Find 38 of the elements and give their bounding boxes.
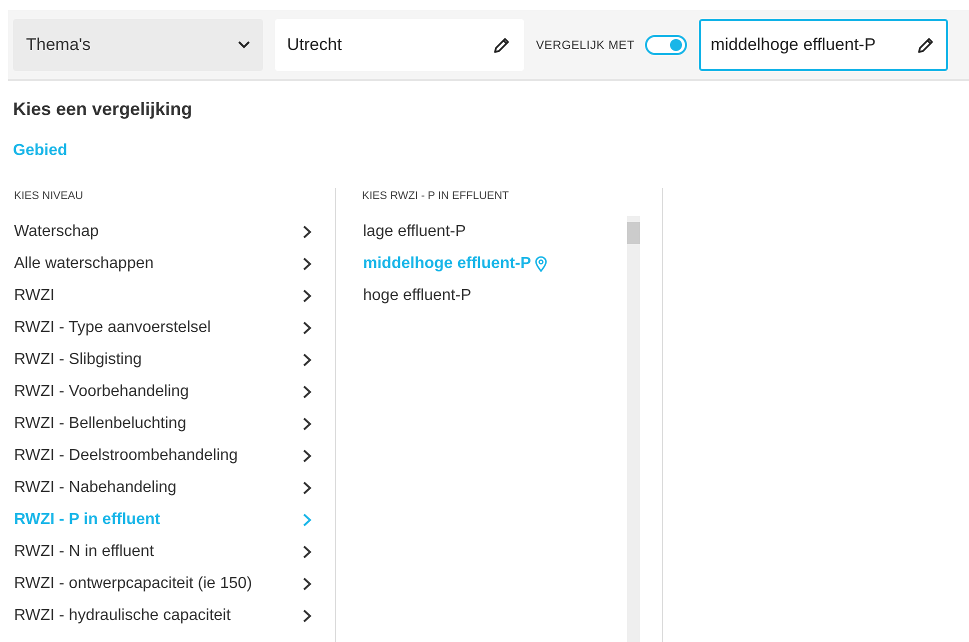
chevron-right-icon	[302, 513, 312, 527]
chevron-right-icon	[302, 609, 312, 623]
theme-dropdown[interactable]: Thema's	[13, 18, 263, 70]
chevron-right-icon	[302, 353, 312, 367]
area-field[interactable]: Utrecht	[275, 18, 524, 70]
level-item[interactable]: RWZI	[0, 280, 335, 312]
chevron-right-icon	[302, 321, 312, 335]
level-item[interactable]: Alle waterschappen	[0, 248, 335, 280]
level-item[interactable]: RWZI - Nabehandeling	[0, 472, 335, 504]
panel-title: Kies een vergelijking	[13, 99, 194, 120]
chevron-right-icon	[302, 289, 312, 303]
column-heading: KIES RWZI - P IN EFFLUENT	[362, 190, 510, 204]
scrollbar[interactable]	[627, 216, 640, 642]
level-item[interactable]: RWZI - Deelstroombehandeling	[0, 440, 335, 472]
level-item[interactable]: RWZI - hydraulische capaciteit	[0, 600, 335, 632]
option-item[interactable]: hoge effluent-P	[336, 280, 627, 312]
column-heading: KIES NIVEAU	[14, 190, 84, 204]
chevron-right-icon	[302, 417, 312, 431]
chevron-right-icon	[302, 385, 312, 399]
chevron-right-icon	[302, 257, 312, 271]
compare-toggle[interactable]	[644, 34, 687, 54]
level-item[interactable]: RWZI - ontwerpcapaciteit (ie 150)	[0, 568, 335, 600]
level-item[interactable]: RWZI - Voorbehandeling	[0, 376, 335, 408]
level-item[interactable]: RWZI - Type aanvoerstelsel	[0, 312, 335, 344]
level-item[interactable]: RWZI - Slibgisting	[0, 344, 335, 376]
chevron-down-icon	[237, 40, 251, 50]
chevron-right-icon	[302, 577, 312, 591]
compare-label: VERGELIJK MET	[536, 38, 635, 52]
chevron-right-icon	[302, 545, 312, 559]
level-item[interactable]: RWZI - N in effluent	[0, 536, 335, 568]
level-item[interactable]: RWZI - Bellenbeluchting	[0, 408, 335, 440]
location-pin-icon	[535, 256, 547, 272]
chevron-right-icon	[302, 449, 312, 463]
compare-field[interactable]: middelhoge effluent-P	[698, 18, 948, 70]
level-item[interactable]: Waterschap	[0, 216, 335, 248]
option-item[interactable]: lage effluent-P	[336, 216, 627, 248]
chevron-right-icon	[302, 225, 312, 239]
chevron-right-icon	[302, 481, 312, 495]
